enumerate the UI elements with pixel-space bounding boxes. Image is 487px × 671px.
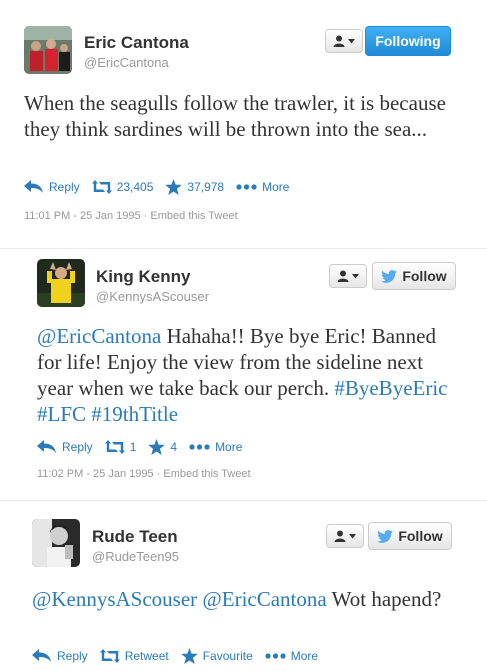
user-icon	[337, 270, 349, 282]
tweet-meta: 11:01 PM - 25 Jan 1995 · Embed this Twee…	[24, 210, 238, 222]
avatar[interactable]	[32, 519, 80, 567]
tweet-text: @KennysAScouser @EricCantona Wot hapend?	[32, 586, 452, 612]
tweet-actions: Reply 23,405 37,978 More	[24, 179, 301, 195]
user-actions-button[interactable]	[326, 524, 364, 548]
user-actions-button[interactable]	[329, 264, 367, 288]
follow-button[interactable]: Follow	[372, 262, 456, 290]
retweet-action[interactable]: Retweet	[99, 649, 169, 663]
tweet-rude-teen: Rude Teen @RudeTeen95 Follow @KennysASco…	[0, 502, 487, 671]
twitter-bird-icon	[377, 529, 394, 543]
user-name[interactable]: Rude Teen	[92, 527, 178, 547]
caret-down-icon	[348, 38, 355, 43]
star-icon	[148, 439, 166, 455]
more-dots-icon	[236, 184, 257, 190]
more-dots-icon	[265, 653, 286, 659]
separator: ·	[143, 210, 148, 222]
follow-button[interactable]: Follow	[368, 522, 452, 550]
favourite-action[interactable]: 4	[148, 439, 177, 455]
divider	[0, 500, 487, 501]
user-handle[interactable]: @KennysAScouser	[96, 289, 209, 304]
tweet-text-body: When the seagulls follow the trawler, it…	[24, 91, 446, 141]
divider	[0, 248, 487, 249]
retweet-action[interactable]: 1	[104, 440, 136, 454]
embed-link[interactable]: Embed this Tweet	[150, 210, 237, 222]
avatar[interactable]	[37, 259, 85, 307]
favourite-action[interactable]: Favourite	[180, 648, 253, 664]
reply-action[interactable]: Reply	[37, 440, 93, 454]
user-handle[interactable]: @EricCantona	[84, 55, 169, 70]
retweet-icon	[99, 649, 120, 663]
hashtag-link[interactable]: #LFC	[37, 402, 86, 426]
more-action[interactable]: More	[189, 440, 242, 454]
hashtag-link[interactable]: #ByeByeEric	[334, 376, 447, 400]
twitter-bird-icon	[381, 269, 398, 283]
tweet-actions: Reply 1 4 More	[37, 439, 254, 455]
tweet-eric-cantona: Eric Cantona @EricCantona Following When…	[0, 0, 487, 250]
retweet-icon	[91, 180, 112, 194]
reply-action[interactable]: Reply	[24, 180, 80, 194]
mention-link[interactable]: @EricCantona	[37, 324, 161, 348]
mention-link[interactable]: @KennysAScouser	[32, 587, 197, 611]
reply-icon	[24, 180, 43, 193]
hashtag-link[interactable]: #19thTitle	[91, 402, 178, 426]
tweet-text: When the seagulls follow the trawler, it…	[24, 90, 464, 142]
separator: ·	[156, 468, 161, 480]
tweet-text-body: Wot hapend?	[326, 587, 442, 611]
timestamp[interactable]: 11:02 PM - 25 Jan 1995	[37, 468, 154, 480]
favourite-action[interactable]: 37,978	[165, 179, 224, 195]
user-name[interactable]: King Kenny	[96, 267, 190, 287]
user-icon	[334, 530, 346, 542]
reply-icon	[32, 649, 51, 662]
caret-down-icon	[349, 533, 356, 538]
user-name[interactable]: Eric Cantona	[84, 33, 189, 53]
tweet-king-kenny: King Kenny @KennysAScouser Follow @EricC…	[0, 250, 487, 500]
tweet-actions: Reply Retweet Favourite More	[32, 648, 330, 664]
tweet-meta: 11:02 PM - 25 Jan 1995 · Embed this Twee…	[37, 468, 251, 480]
retweet-action[interactable]: 23,405	[91, 180, 153, 194]
reply-action[interactable]: Reply	[32, 649, 88, 663]
star-icon	[165, 179, 183, 195]
timestamp[interactable]: 11:01 PM - 25 Jan 1995	[24, 210, 141, 222]
tweet-text: @EricCantona Hahaha!! Bye bye Eric! Bann…	[37, 323, 452, 427]
more-action[interactable]: More	[236, 180, 289, 194]
more-dots-icon	[189, 444, 210, 450]
retweet-icon	[104, 440, 125, 454]
user-icon	[333, 35, 345, 47]
caret-down-icon	[352, 273, 359, 278]
user-actions-button[interactable]	[325, 29, 363, 53]
embed-link[interactable]: Embed this Tweet	[163, 468, 250, 480]
following-button[interactable]: Following	[365, 26, 451, 56]
avatar[interactable]	[24, 26, 72, 74]
more-action[interactable]: More	[265, 649, 318, 663]
reply-icon	[37, 440, 56, 453]
mention-link[interactable]: @EricCantona	[202, 587, 326, 611]
star-icon	[180, 648, 198, 664]
user-handle[interactable]: @RudeTeen95	[92, 549, 179, 564]
